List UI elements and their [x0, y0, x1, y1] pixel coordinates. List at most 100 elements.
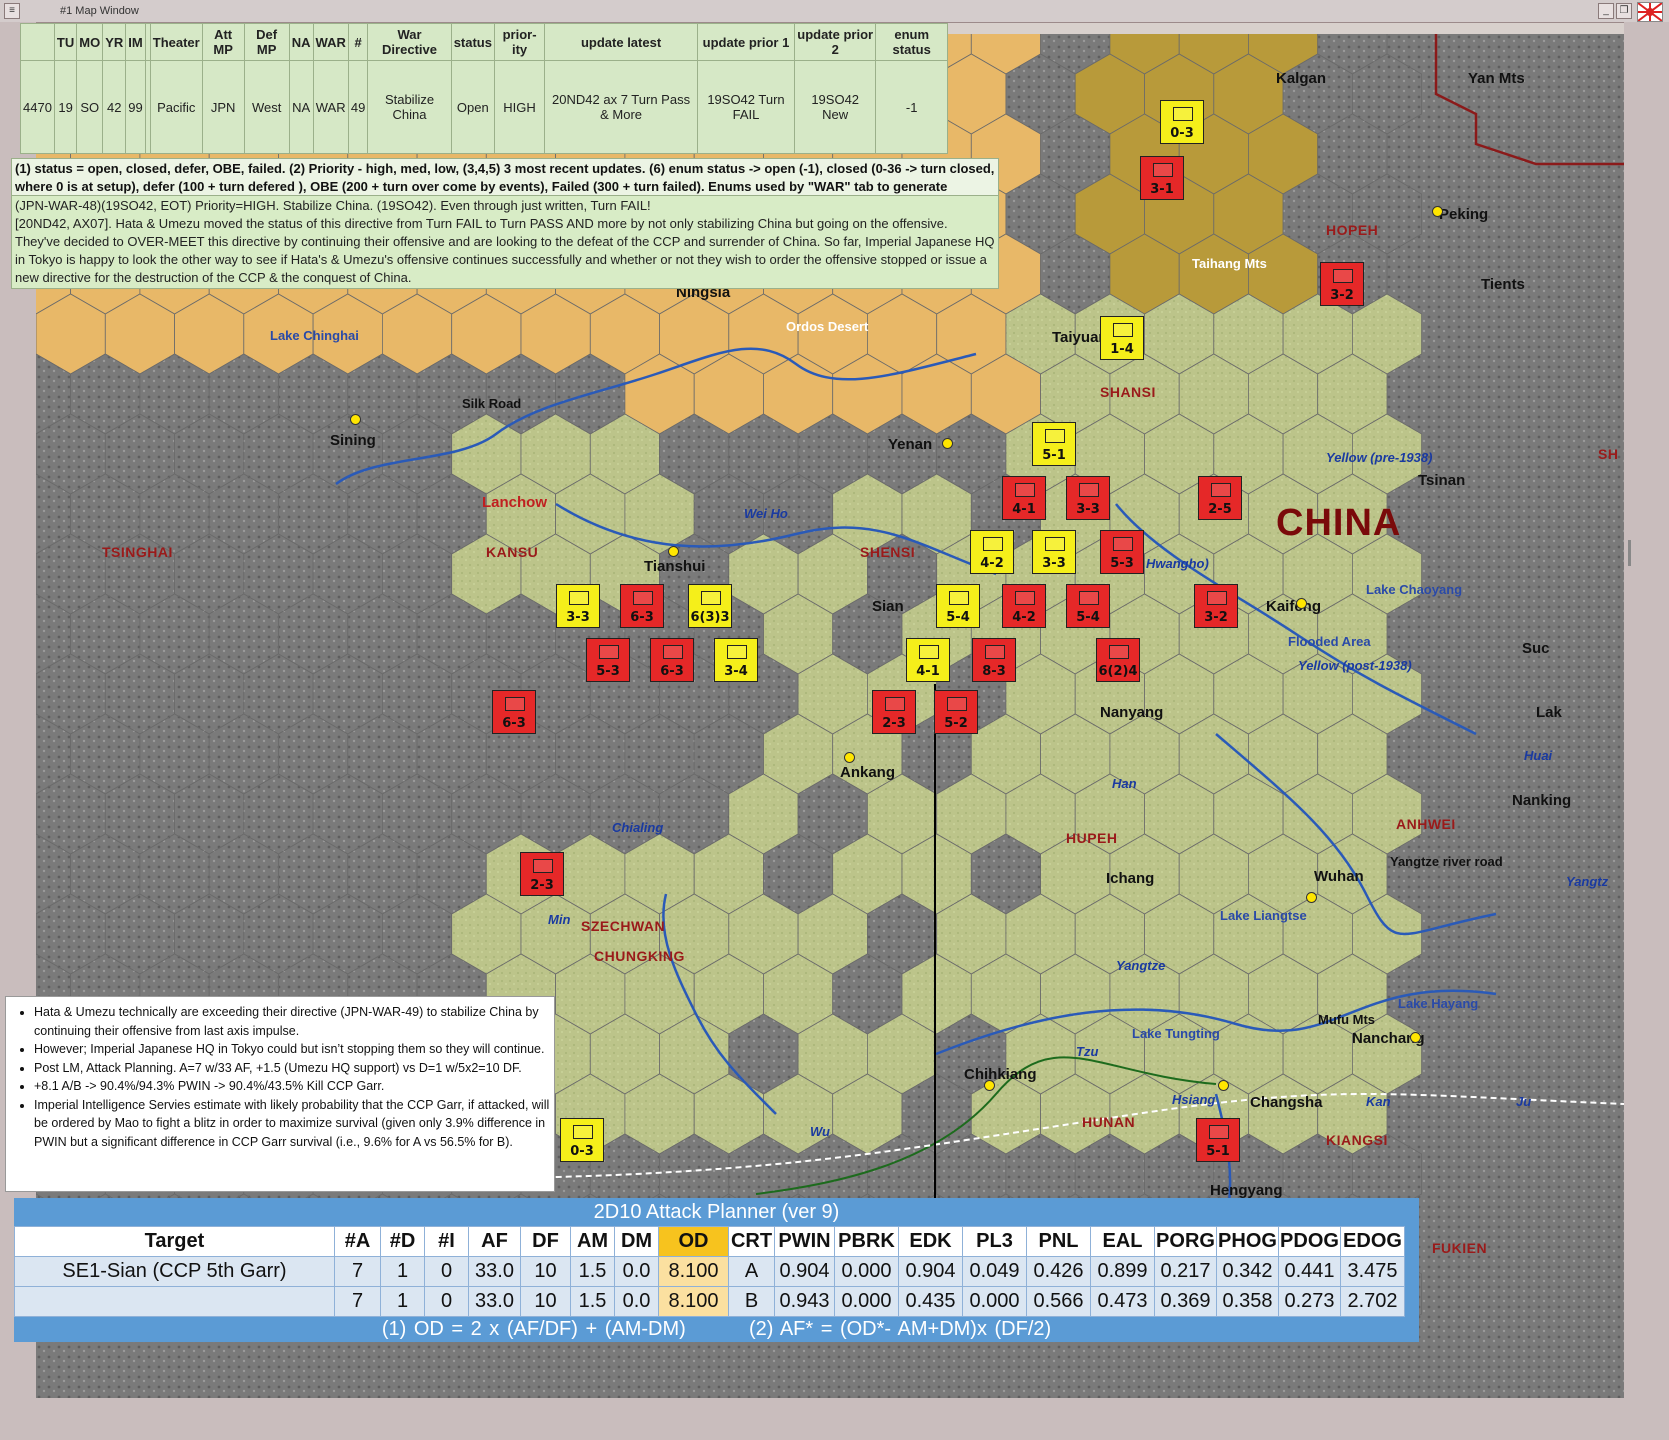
unit-counter[interactable]: 4-1: [1002, 476, 1046, 520]
unit-counter[interactable]: 3-2: [1320, 262, 1364, 306]
planner-cell: 0.435: [898, 1286, 963, 1317]
unit-strength: 3-2: [1204, 610, 1228, 625]
river-label: Min: [548, 912, 571, 927]
unit-counter[interactable]: 3-3: [1032, 530, 1076, 574]
unit-counter[interactable]: 3-1: [1140, 156, 1184, 200]
unit-strength: 0-3: [570, 1144, 594, 1159]
window-title-bar[interactable]: ≡ #1 Map Window _ ❐: [0, 0, 1669, 23]
city-marker: [1410, 1032, 1421, 1043]
unit-counter[interactable]: 6-3: [492, 690, 536, 734]
unit-counter[interactable]: 6-3: [650, 638, 694, 682]
directive-cell: 99: [125, 60, 146, 154]
unit-counter[interactable]: 8-3: [972, 638, 1016, 682]
window-frame-bottom: [0, 1398, 1669, 1440]
unit-counter[interactable]: 5-1: [1032, 422, 1076, 466]
planner-col-header: PNL: [1026, 1226, 1091, 1257]
planner-cell: 0.473: [1090, 1286, 1155, 1317]
directive-col-header: Theater: [149, 23, 203, 61]
unit-counter[interactable]: 5-1: [1196, 1118, 1240, 1162]
unit-strength: 2-5: [1208, 502, 1232, 517]
planner-cell: 0.0: [614, 1286, 659, 1317]
city-label: Lak: [1536, 704, 1562, 721]
unit-symbol-icon: [1207, 591, 1227, 605]
terrain-label: Ordos Desert: [786, 319, 869, 334]
planner-col-header: PDOG: [1278, 1226, 1341, 1257]
system-menu-icon[interactable]: ≡: [4, 3, 20, 19]
unit-symbol-icon: [633, 591, 653, 605]
directive-col-header: prior-ity: [493, 23, 546, 61]
directive-cell: JPN: [201, 60, 245, 154]
unit-symbol-icon: [1109, 645, 1129, 659]
unit-strength: 4-2: [1012, 610, 1036, 625]
city-label: Mufu Mts: [1318, 1012, 1376, 1027]
planner-col-header: #A: [334, 1226, 381, 1257]
unit-strength: 1-4: [1110, 342, 1134, 357]
planner-col-header: EDK: [898, 1226, 963, 1257]
analysis-bullet: However; Imperial Japanese HQ in Tokyo c…: [34, 1040, 554, 1059]
planner-col-header: DF: [520, 1226, 571, 1257]
unit-strength: 5-2: [944, 716, 968, 731]
river-label: Han: [1112, 776, 1137, 791]
unit-counter[interactable]: 6(3)3: [688, 584, 732, 628]
city-label: Ankang: [840, 764, 896, 781]
unit-symbol-icon: [701, 591, 721, 605]
unit-strength: 5-3: [596, 664, 620, 679]
unit-counter[interactable]: 4-1: [906, 638, 950, 682]
unit-counter[interactable]: 5-2: [934, 690, 978, 734]
city-label: Nanking: [1512, 792, 1572, 809]
directive-col-header: update latest: [544, 23, 699, 61]
unit-counter[interactable]: 6(2)4: [1096, 638, 1140, 682]
planner-cell: B: [728, 1286, 775, 1317]
unit-counter[interactable]: 6-3: [620, 584, 664, 628]
directive-cell: WAR: [312, 60, 349, 154]
unit-counter[interactable]: 5-4: [936, 584, 980, 628]
minimize-icon[interactable]: _: [1598, 3, 1614, 19]
city-label: Peking: [1439, 206, 1489, 223]
planner-cell: 33.0: [468, 1256, 521, 1287]
directive-cell: -1: [875, 60, 948, 154]
directive-note-line: [20ND42, AX07]. Hata & Umezu moved the s…: [15, 216, 995, 285]
city-label: Wuhan: [1314, 868, 1364, 885]
unit-symbol-icon: [1015, 483, 1035, 497]
planner-col-header: #D: [380, 1226, 425, 1257]
unit-symbol-icon: [569, 591, 589, 605]
unit-counter[interactable]: 5-3: [586, 638, 630, 682]
unit-counter[interactable]: 0-3: [1160, 100, 1204, 144]
unit-counter[interactable]: 3-2: [1194, 584, 1238, 628]
directive-col-header: IM: [125, 23, 146, 61]
planner-col-header: OD: [658, 1226, 729, 1257]
directive-col-header: YR: [102, 23, 127, 61]
planner-cell: 2.702: [1340, 1286, 1405, 1317]
unit-counter[interactable]: 3-3: [556, 584, 600, 628]
planner-cell: 0.899: [1090, 1256, 1155, 1287]
unit-counter[interactable]: 3-3: [1066, 476, 1110, 520]
attack-planner-title: 2D10 Attack Planner (ver 9): [593, 1201, 840, 1223]
planner-cell: 0: [424, 1286, 469, 1317]
unit-symbol-icon: [947, 697, 967, 711]
planner-cell: 0.049: [962, 1256, 1027, 1287]
unit-counter[interactable]: 1-4: [1100, 316, 1144, 360]
unit-counter[interactable]: 2-3: [520, 852, 564, 896]
directive-cell: Open: [450, 60, 495, 154]
resize-handle[interactable]: [1628, 540, 1631, 566]
planner-cell: A: [728, 1256, 775, 1287]
city-label: Yenan: [888, 436, 933, 453]
province-label: SH: [1598, 446, 1619, 462]
province-label: SHANSI: [1100, 384, 1156, 400]
restore-icon[interactable]: ❐: [1616, 3, 1632, 19]
unit-strength: 3-4: [724, 664, 748, 679]
unit-counter[interactable]: 5-3: [1100, 530, 1144, 574]
city-label: Ichang: [1106, 870, 1155, 887]
unit-counter[interactable]: 0-3: [560, 1118, 604, 1162]
unit-counter[interactable]: 3-4: [714, 638, 758, 682]
rising-sun-flag-icon: [1637, 2, 1663, 22]
city-label: Tients: [1481, 276, 1525, 293]
unit-symbol-icon: [573, 1125, 593, 1139]
unit-counter[interactable]: 2-3: [872, 690, 916, 734]
unit-counter[interactable]: 5-4: [1066, 584, 1110, 628]
unit-counter[interactable]: 4-2: [1002, 584, 1046, 628]
unit-counter[interactable]: 2-5: [1198, 476, 1242, 520]
directive-cell: SO: [76, 60, 104, 154]
unit-counter[interactable]: 4-2: [970, 530, 1014, 574]
unit-strength: 3-2: [1330, 288, 1354, 303]
